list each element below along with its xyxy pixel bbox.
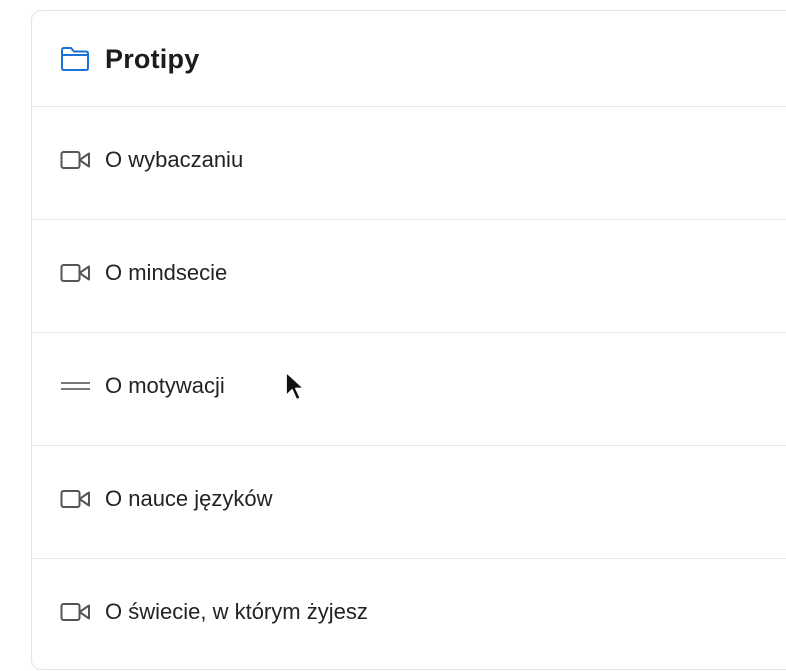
video-icon [60, 603, 90, 621]
folder-title: Protipy [105, 44, 200, 74]
list-item-o-motywacji[interactable]: O motywacji [32, 333, 786, 446]
list-item-o-wybaczaniu[interactable]: O wybaczaniu [32, 107, 786, 220]
folder-header[interactable]: Protipy [32, 11, 786, 107]
video-icon [60, 490, 90, 508]
list-item-o-nauce-jezykow[interactable]: O nauce języków [32, 446, 786, 559]
folder-icon [61, 47, 89, 71]
list-item-label: O nauce języków [105, 486, 273, 511]
list-item-o-swiecie[interactable]: O świecie, w którym żyjesz [32, 559, 786, 671]
lesson-list-panel: Protipy O wybaczaniu O mindsecie O motyw… [31, 10, 786, 670]
video-icon [60, 264, 90, 282]
list-item-label: O świecie, w którym żyjesz [105, 599, 368, 624]
list-item-label: O motywacji [105, 373, 225, 398]
list-item-label: O mindsecie [105, 260, 228, 285]
text-lines-icon [61, 382, 90, 390]
video-icon [60, 151, 90, 169]
list-item-o-mindsecie[interactable]: O mindsecie [32, 220, 786, 333]
list-item-label: O wybaczaniu [105, 147, 244, 172]
